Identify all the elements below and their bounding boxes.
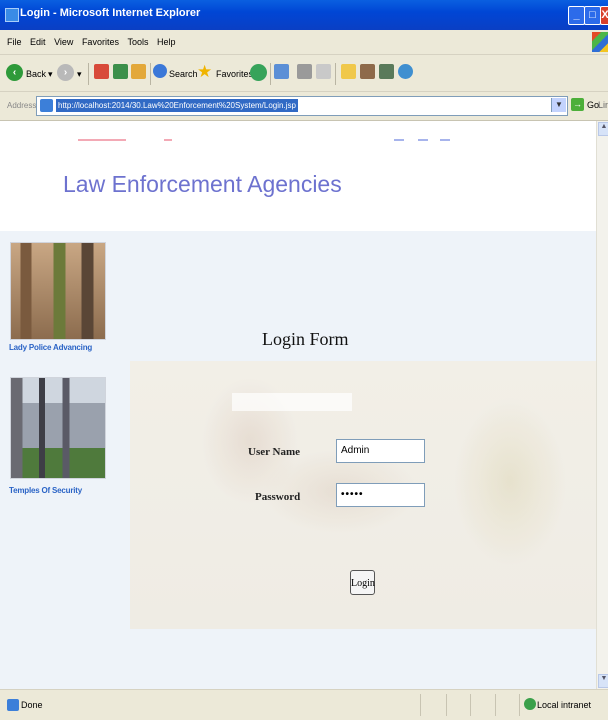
- address-bar: Address http://localhost:2014/30.Law%20E…: [0, 92, 608, 121]
- menu-bar: File Edit View Favorites Tools Help: [0, 30, 608, 55]
- status-separator: [446, 694, 447, 716]
- media-icon[interactable]: [250, 64, 267, 81]
- sidebar-image-lady-police[interactable]: [10, 242, 106, 340]
- search-button-label[interactable]: Search: [169, 69, 198, 79]
- page-done-icon: [7, 699, 19, 711]
- page-header: Law Enforcement Agencies: [0, 121, 596, 231]
- refresh-icon[interactable]: [113, 64, 128, 79]
- password-input[interactable]: •••••: [336, 483, 425, 507]
- standard-toolbar: ‹ Back ▾ › ▾ Search ★ Favorites: [0, 55, 608, 92]
- toolbar-separator: [270, 63, 271, 85]
- edit-icon[interactable]: [316, 64, 331, 79]
- address-dropdown-icon[interactable]: ▼: [551, 98, 566, 112]
- username-label: User Name: [248, 446, 301, 458]
- address-url[interactable]: http://localhost:2014/30.Law%20Enforceme…: [56, 99, 298, 112]
- menu-view[interactable]: View: [54, 37, 73, 47]
- mail-icon[interactable]: [274, 64, 289, 79]
- decorative-line: [164, 139, 172, 141]
- decorative-line: [394, 139, 404, 141]
- stop-icon[interactable]: [94, 64, 109, 79]
- login-form-title: Login Form: [262, 329, 349, 349]
- menu-help[interactable]: Help: [157, 37, 176, 47]
- status-separator: [470, 694, 471, 716]
- status-separator: [495, 694, 496, 716]
- sidebar-caption-lady-police[interactable]: Lady Police Advancing: [9, 343, 92, 352]
- menu-tools[interactable]: Tools: [127, 37, 148, 47]
- go-icon[interactable]: →: [571, 98, 584, 111]
- menu-edit[interactable]: Edit: [30, 37, 46, 47]
- sidebar-image-temples[interactable]: [10, 377, 106, 479]
- search-icon[interactable]: [153, 64, 167, 78]
- address-label: Address: [7, 101, 37, 110]
- password-label: Password: [255, 491, 301, 503]
- menu-favorites[interactable]: Favorites: [82, 37, 119, 47]
- title-bar: Login - Microsoft Internet Explorer _ □ …: [0, 0, 608, 30]
- messenger-icon[interactable]: [398, 64, 413, 79]
- page-content: Law Enforcement Agencies Lady Police Adv…: [0, 121, 596, 689]
- links-label[interactable]: Links: [598, 100, 608, 110]
- windows-flag-icon: [592, 32, 608, 52]
- page-title: Law Enforcement Agencies: [63, 171, 342, 197]
- back-icon[interactable]: ‹: [6, 64, 23, 81]
- menu-file[interactable]: File: [7, 37, 22, 47]
- print-icon[interactable]: [297, 64, 312, 79]
- security-zone-label: Local intranet: [537, 700, 592, 710]
- page-icon: [40, 99, 53, 112]
- intranet-zone-icon: [524, 698, 536, 710]
- sidebar-caption-temples[interactable]: Temples Of Security: [9, 486, 82, 495]
- scroll-down-icon[interactable]: ▼: [598, 674, 608, 688]
- research-icon[interactable]: [360, 64, 375, 79]
- status-text: Done: [21, 700, 43, 710]
- login-button[interactable]: Login: [350, 570, 375, 595]
- back-dropdown-icon[interactable]: ▾: [48, 69, 53, 80]
- forward-dropdown-icon[interactable]: ▾: [77, 69, 82, 80]
- back-button-label[interactable]: Back: [26, 69, 46, 79]
- address-input[interactable]: http://localhost:2014/30.Law%20Enforceme…: [36, 96, 568, 116]
- username-input[interactable]: Admin: [336, 439, 425, 463]
- decorative-line: [418, 139, 428, 141]
- vertical-scrollbar[interactable]: ▲ ▼: [596, 121, 608, 689]
- maximize-button[interactable]: □: [584, 6, 601, 25]
- toolbar-separator: [88, 63, 89, 85]
- favorites-icon[interactable]: ★: [197, 62, 212, 82]
- favorites-button-label[interactable]: Favorites: [216, 69, 253, 79]
- toolbar-separator: [150, 63, 151, 85]
- background-photo-frame: [232, 393, 352, 411]
- toolbar-separator: [335, 63, 336, 85]
- folder-icon[interactable]: [341, 64, 356, 79]
- status-bar: Done Local intranet: [0, 689, 608, 720]
- ie-app-icon: [5, 8, 19, 22]
- status-separator: [519, 694, 520, 716]
- status-separator: [420, 694, 421, 716]
- forward-icon[interactable]: ›: [57, 64, 74, 81]
- discuss-icon[interactable]: [379, 64, 394, 79]
- scroll-up-icon[interactable]: ▲: [598, 122, 608, 136]
- home-icon[interactable]: [131, 64, 146, 79]
- decorative-line: [78, 139, 126, 141]
- window-title: Login - Microsoft Internet Explorer: [20, 7, 201, 19]
- decorative-line: [440, 139, 450, 141]
- minimize-button[interactable]: _: [568, 6, 585, 25]
- close-button[interactable]: X: [600, 6, 608, 25]
